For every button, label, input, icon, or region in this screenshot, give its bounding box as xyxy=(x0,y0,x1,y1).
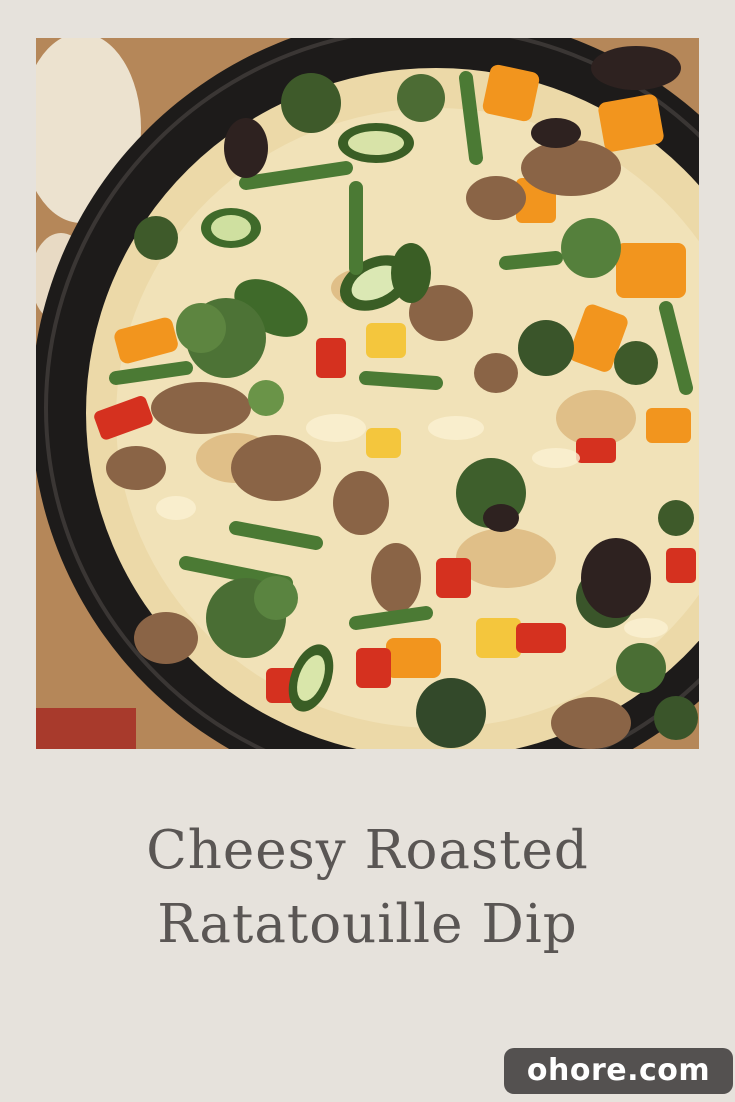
brand-badge[interactable]: ohore.com xyxy=(504,1048,733,1094)
skillet-illustration xyxy=(36,38,699,749)
recipe-title-line-1: Cheesy Roasted xyxy=(146,820,589,881)
dish-photo xyxy=(36,38,699,749)
recipe-title-line-2: Ratatouille Dip xyxy=(157,894,578,955)
